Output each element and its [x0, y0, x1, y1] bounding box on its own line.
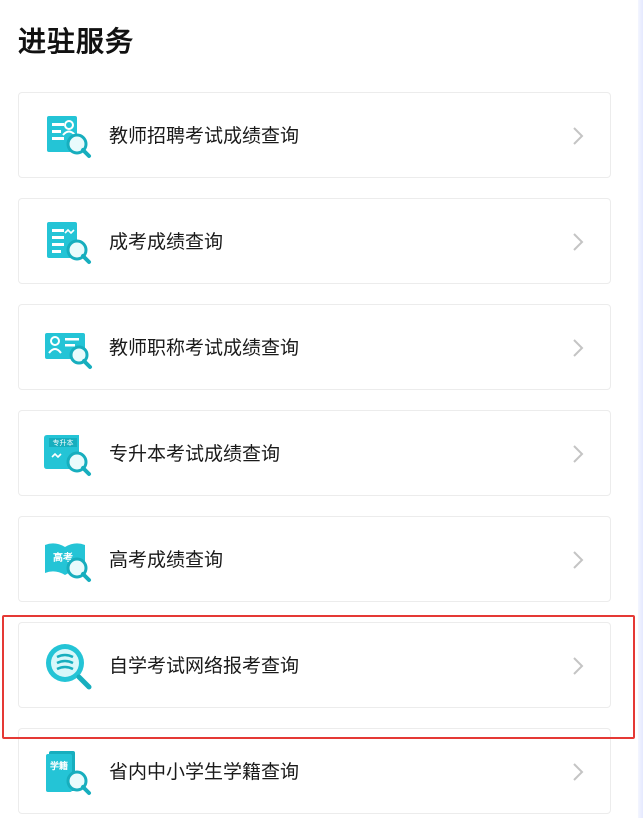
service-item-student-status[interactable]: 学籍 省内中小学生学籍查询: [18, 728, 611, 814]
service-item-gaokao[interactable]: 高考 高考成绩查询: [18, 516, 611, 602]
chevron-right-icon: [568, 338, 588, 358]
chevron-right-icon: [568, 550, 588, 570]
adult-exam-icon: [43, 217, 93, 267]
page-title: 进驻服务: [18, 25, 135, 58]
right-edge-decoration: [638, 0, 643, 818]
service-item-label: 自学考试网络报考查询: [109, 655, 300, 677]
chevron-right-icon: [568, 762, 588, 782]
teacher-title-icon: [43, 323, 93, 373]
svg-text:学籍: 学籍: [50, 760, 68, 772]
service-item-self-study-exam[interactable]: 自学考试网络报考查询: [18, 622, 611, 708]
gaokao-icon: 高考: [43, 535, 93, 585]
chevron-right-icon: [568, 444, 588, 464]
service-item-label: 高考成绩查询: [109, 549, 224, 571]
service-list: 教师招聘考试成绩查询 成考成绩查询 教师职称考试成绩查询 专升本 专升本考试成绩…: [18, 92, 611, 834]
chevron-right-icon: [568, 126, 588, 146]
service-item-label: 专升本考试成绩查询: [109, 443, 281, 465]
self-study-exam-icon: [43, 641, 93, 691]
chevron-right-icon: [568, 656, 588, 676]
service-item-adult-exam[interactable]: 成考成绩查询: [18, 198, 611, 284]
service-item-label: 教师招聘考试成绩查询: [109, 125, 300, 147]
service-item-label: 省内中小学生学籍查询: [109, 761, 300, 783]
teacher-recruit-icon: [43, 111, 93, 161]
student-status-icon: 学籍: [43, 747, 93, 797]
service-item-label: 成考成绩查询: [109, 231, 224, 253]
service-item-upgrade-exam[interactable]: 专升本 专升本考试成绩查询: [18, 410, 611, 496]
service-item-label: 教师职称考试成绩查询: [109, 337, 300, 359]
svg-text:专升本: 专升本: [53, 438, 74, 447]
upgrade-exam-icon: 专升本: [43, 429, 93, 479]
service-item-teacher-recruit[interactable]: 教师招聘考试成绩查询: [18, 92, 611, 178]
chevron-right-icon: [568, 232, 588, 252]
service-item-teacher-title[interactable]: 教师职称考试成绩查询: [18, 304, 611, 390]
